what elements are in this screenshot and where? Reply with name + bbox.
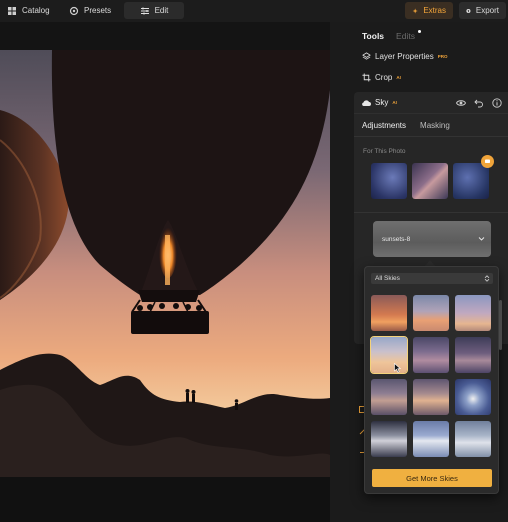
sky-tool-header[interactable]: Sky AI (354, 92, 508, 114)
undo-icon[interactable] (474, 98, 484, 108)
sky-subtabs: Adjustments Masking (362, 121, 450, 130)
sky-thumbnail[interactable] (413, 421, 449, 457)
section-divider (354, 212, 508, 213)
crop-icon (362, 73, 371, 82)
extras-button[interactable]: Extras (405, 2, 453, 19)
tab-edits-label: Edits (396, 31, 415, 41)
extras-label: Extras (423, 6, 446, 15)
crop-item[interactable]: Crop AI (362, 73, 401, 82)
layer-properties-label: Layer Properties (375, 52, 434, 61)
suggestion-badge (481, 155, 494, 168)
sky-selector-value: sunsets-8 (382, 235, 411, 243)
sky-thumbnail[interactable] (455, 295, 491, 331)
sky-filter-value: All Skies (375, 275, 400, 282)
catalog-label: Catalog (22, 6, 50, 15)
edit-label: Edit (154, 6, 169, 15)
sky-thumbnail[interactable] (455, 337, 491, 373)
mouse-cursor-icon (394, 363, 401, 373)
sky-library-popup: All Skies Get More Skies (364, 266, 499, 494)
updown-icon (484, 275, 490, 282)
sky-thumbnail-selected[interactable] (370, 336, 408, 374)
balloon-photo (0, 50, 330, 477)
sky-thumbnail[interactable] (455, 379, 491, 415)
presets-label: Presets (84, 6, 112, 15)
extras-icon (412, 7, 418, 14)
sky-thumbnail[interactable] (455, 421, 491, 457)
tab-tools[interactable]: Tools (362, 31, 384, 41)
suggested-skies (371, 163, 489, 199)
edit-icon (140, 7, 149, 14)
cloud-icon (362, 99, 371, 106)
info-icon[interactable] (492, 98, 502, 108)
sky-thumbnail[interactable] (371, 421, 407, 457)
suggested-sky-thumb[interactable] (371, 163, 407, 199)
layers-icon (362, 52, 371, 60)
sky-filter-select[interactable]: All Skies (371, 273, 493, 284)
sky-thumbnail[interactable] (413, 337, 449, 373)
catalog-icon (8, 6, 16, 15)
sky-thumbnail[interactable] (413, 379, 449, 415)
suggested-sky-thumb[interactable] (453, 163, 489, 199)
chevron-down-icon (478, 237, 485, 241)
get-more-skies-button[interactable]: Get More Skies (372, 469, 492, 487)
layer-properties-item[interactable]: Layer Properties PRO (362, 52, 447, 61)
tab-masking[interactable]: Masking (420, 121, 450, 130)
export-icon (466, 8, 471, 13)
tab-edits[interactable]: Edits (396, 30, 421, 41)
flag-icon (485, 159, 490, 163)
sky-thumbnail[interactable] (371, 295, 407, 331)
edit-button[interactable]: Edit (124, 2, 184, 19)
eye-icon[interactable] (456, 98, 466, 108)
panel-scrollbar[interactable] (499, 300, 502, 350)
sky-thumbnail[interactable] (371, 379, 407, 415)
tab-adjustments[interactable]: Adjustments (362, 121, 406, 130)
sky-thumbnail[interactable] (413, 295, 449, 331)
top-toolbar: Catalog Presets Edit Extras Export (0, 0, 508, 22)
suggested-sky-thumb[interactable] (412, 163, 448, 199)
sky-ai-badge: AI (392, 100, 397, 105)
sky-grid (370, 295, 491, 457)
subtab-divider (354, 136, 508, 137)
presets-button[interactable]: Presets (62, 2, 118, 19)
photo-canvas[interactable] (0, 50, 330, 477)
for-this-photo-label: For This Photo (363, 148, 406, 155)
export-button[interactable]: Export (459, 2, 506, 19)
edits-indicator-dot (417, 30, 421, 33)
sky-header-actions (456, 98, 502, 108)
ai-badge: AI (396, 75, 401, 80)
presets-icon (69, 6, 79, 15)
catalog-button[interactable]: Catalog (0, 2, 57, 19)
sky-selector[interactable]: sunsets-8 (373, 221, 491, 257)
panel-tabs: Tools Edits (362, 30, 421, 41)
sky-title: Sky (375, 98, 389, 107)
export-label: Export (475, 6, 499, 15)
crop-label: Crop (375, 73, 393, 82)
pro-badge: PRO (437, 54, 448, 59)
filmstrip-area (0, 477, 330, 522)
